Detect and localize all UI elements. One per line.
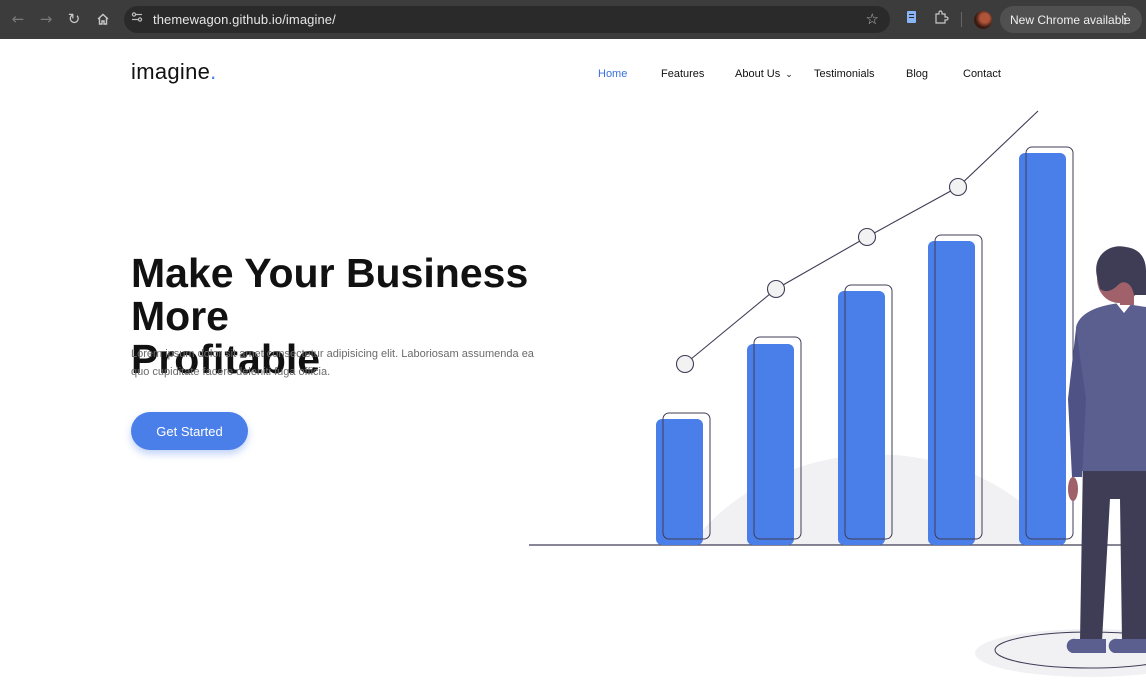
growth-chart-illustration (529, 110, 1146, 677)
profile-avatar[interactable] (974, 11, 992, 29)
update-chrome-label: New Chrome available (1010, 13, 1131, 27)
bar-1 (656, 412, 711, 545)
url-text[interactable]: themewagon.github.io/imagine/ (153, 12, 336, 27)
update-chrome-button[interactable]: New Chrome available ⋮ (1000, 6, 1142, 33)
nav-testimonials[interactable]: Testimonials (814, 68, 875, 80)
businessman-figure (1066, 246, 1146, 653)
trend-point (857, 227, 877, 247)
bar-2 (747, 336, 802, 545)
bar-3 (838, 284, 893, 545)
trend-point (675, 354, 695, 374)
home-icon[interactable] (93, 9, 113, 29)
back-arrow-icon[interactable]: ← (8, 9, 28, 29)
chevron-down-icon: ⌄ (785, 70, 793, 80)
nav-contact[interactable]: Contact (963, 68, 1001, 80)
nav-blog[interactable]: Blog (906, 68, 928, 80)
address-bar[interactable]: themewagon.github.io/imagine/ ☆ (124, 6, 890, 33)
bar-4 (928, 234, 983, 545)
get-started-button[interactable]: Get Started (131, 412, 248, 450)
hero-description: Lorem ipsum dolor sit amet consectetur a… (131, 348, 534, 378)
site-settings-icon[interactable] (131, 11, 145, 27)
page-icon[interactable] (903, 10, 921, 28)
toolbar-divider (961, 12, 962, 27)
puzzle-icon[interactable] (932, 10, 950, 28)
nav-features[interactable]: Features (661, 68, 704, 80)
logo-text: imagine (131, 59, 211, 84)
hero-title-line-1: Make Your Business More (131, 250, 529, 339)
nav-about-us[interactable]: About Us ⌄ (735, 68, 793, 80)
reload-icon[interactable]: ↻ (64, 9, 84, 29)
browser-toolbar: ← → ↻ themewagon.github.io/imagine/ ☆ Ne… (0, 0, 1146, 39)
nav-home[interactable]: Home (598, 68, 627, 80)
trend-point (766, 279, 786, 299)
web-page: imagine. Home Features About Us ⌄ Testimo… (0, 39, 1146, 685)
trend-point (948, 177, 968, 197)
logo-dot: . (210, 59, 217, 84)
nav-about-us-label: About Us (735, 68, 781, 80)
logo[interactable]: imagine. (131, 59, 217, 85)
star-icon[interactable]: ☆ (866, 10, 879, 28)
bar-5 (1019, 146, 1074, 545)
forward-arrow-icon[interactable]: → (36, 9, 56, 29)
kebab-menu-icon[interactable]: ⋮ (1118, 11, 1132, 27)
